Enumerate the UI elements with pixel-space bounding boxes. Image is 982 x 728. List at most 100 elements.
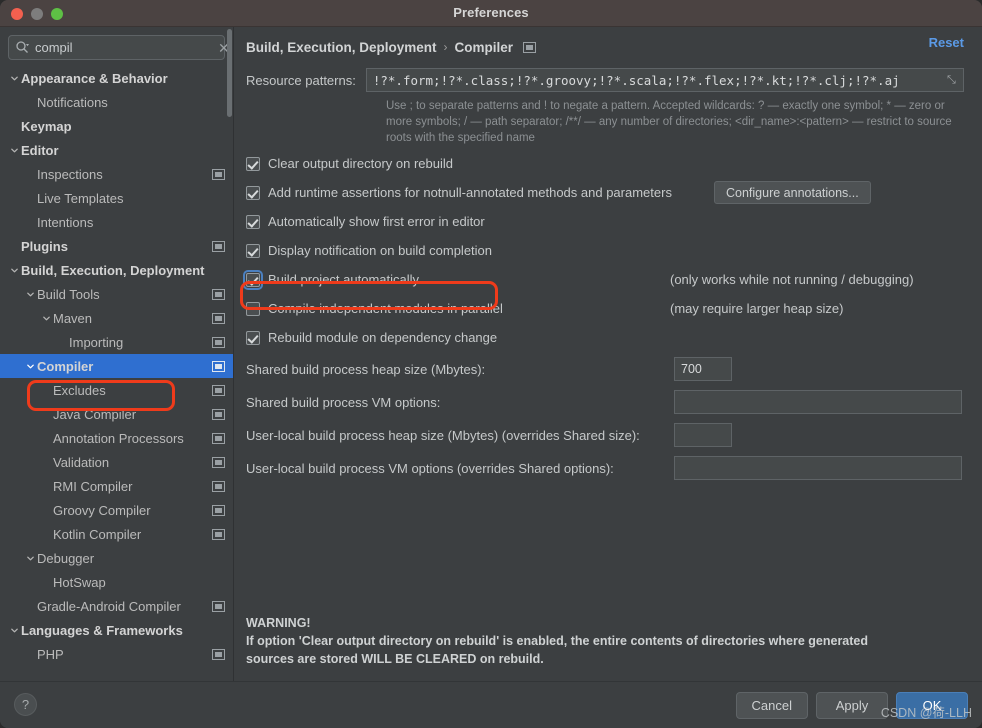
- sidebar-item-label: Notifications: [37, 94, 108, 110]
- sidebar-item-label: Annotation Processors: [53, 430, 184, 446]
- checkbox-label[interactable]: Automatically show first error in editor: [268, 214, 485, 229]
- sidebar-item-label: RMI Compiler: [53, 478, 133, 494]
- checkbox-row-clear-output-directory-on-rebuild: Clear output directory on rebuild: [246, 152, 964, 175]
- breadcrumb-parent[interactable]: Build, Execution, Deployment: [246, 40, 437, 55]
- breadcrumb: Build, Execution, Deployment › Compiler …: [246, 27, 964, 63]
- sidebar-item-php[interactable]: PHP: [0, 642, 233, 666]
- checkbox-label[interactable]: Build project automatically: [268, 272, 419, 287]
- input-user-local-build-process-heap-size-mbytes-overri[interactable]: [674, 423, 732, 447]
- module-scope-icon[interactable]: [212, 288, 225, 300]
- search-input[interactable]: [35, 40, 211, 55]
- sidebar-item-appearance-behavior[interactable]: Appearance & Behavior: [0, 66, 233, 90]
- dialog-body: ✕ Appearance & Behavior Notifications Keym…: [0, 27, 982, 681]
- checkbox-label[interactable]: Compile independent modules in parallel: [268, 301, 503, 316]
- chevron-down-icon[interactable]: [8, 146, 21, 155]
- checkbox-label[interactable]: Display notification on build completion: [268, 243, 492, 258]
- sidebar-item-validation[interactable]: Validation: [0, 450, 233, 474]
- module-scope-icon[interactable]: [523, 41, 537, 53]
- module-scope-icon[interactable]: [212, 648, 225, 660]
- sidebar-item-hotswap[interactable]: HotSwap: [0, 570, 233, 594]
- sidebar-item-label: Build, Execution, Deployment: [21, 262, 205, 278]
- module-scope-icon[interactable]: [212, 456, 225, 468]
- warning-line-1: If option 'Clear output directory on reb…: [246, 634, 869, 648]
- sidebar-item-inspections[interactable]: Inspections: [0, 162, 233, 186]
- module-scope-icon[interactable]: [212, 360, 225, 372]
- chevron-down-icon[interactable]: [24, 290, 37, 299]
- checkbox-label[interactable]: Rebuild module on dependency change: [268, 330, 497, 345]
- sidebar-item-keymap[interactable]: Keymap: [0, 114, 233, 138]
- module-scope-icon[interactable]: [212, 384, 225, 396]
- sidebar-item-label: Editor: [21, 142, 59, 158]
- chevron-down-icon[interactable]: [8, 74, 21, 83]
- help-icon[interactable]: ?: [14, 693, 37, 716]
- checkbox-add-runtime-assertions-for-notnull-annotated-met[interactable]: [246, 185, 260, 200]
- checkbox-compile-independent-modules-in-parallel[interactable]: [246, 301, 260, 316]
- module-scope-icon[interactable]: [212, 504, 225, 516]
- field-row-user-local-build-process-vm-options-overrides-sh: User-local build process VM options (ove…: [246, 455, 964, 481]
- sidebar-item-excludes[interactable]: Excludes: [0, 378, 233, 402]
- sidebar-item-rmi-compiler[interactable]: RMI Compiler: [0, 474, 233, 498]
- module-scope-icon[interactable]: [212, 240, 225, 252]
- expand-icon[interactable]: ⤡: [947, 74, 959, 87]
- ok-button[interactable]: OK: [896, 691, 968, 719]
- chevron-down-icon[interactable]: [8, 266, 21, 275]
- warning-title: WARNING!: [246, 616, 311, 630]
- sidebar-item-compiler[interactable]: Compiler: [0, 354, 233, 378]
- checkbox-automatically-show-first-error-in-editor[interactable]: [246, 214, 260, 229]
- sidebar-item-plugins[interactable]: Plugins: [0, 234, 233, 258]
- sidebar-item-kotlin-compiler[interactable]: Kotlin Compiler: [0, 522, 233, 546]
- sidebar-item-live-templates[interactable]: Live Templates: [0, 186, 233, 210]
- module-scope-icon[interactable]: [212, 528, 225, 540]
- sidebar-item-groovy-compiler[interactable]: Groovy Compiler: [0, 498, 233, 522]
- sidebar-item-notifications[interactable]: Notifications: [0, 90, 233, 114]
- search-icon: [15, 40, 30, 55]
- field-row-user-local-build-process-heap-size-mbytes-overri: User-local build process heap size (Mbyt…: [246, 422, 964, 448]
- sidebar-scrollbar[interactable]: [227, 29, 232, 117]
- module-scope-icon[interactable]: [212, 432, 225, 444]
- reset-link[interactable]: Reset: [929, 35, 964, 50]
- chevron-down-icon[interactable]: [24, 554, 37, 563]
- checkbox-display-notification-on-build-completion[interactable]: [246, 243, 260, 258]
- sidebar-item-build-execution-deployment[interactable]: Build, Execution, Deployment: [0, 258, 233, 282]
- sidebar-item-annotation-processors[interactable]: Annotation Processors: [0, 426, 233, 450]
- search-box[interactable]: ✕: [8, 35, 230, 60]
- sidebar-item-intentions[interactable]: Intentions: [0, 210, 233, 234]
- module-scope-icon[interactable]: [212, 408, 225, 420]
- sidebar-item-label: HotSwap: [53, 574, 106, 590]
- checkbox-label[interactable]: Add runtime assertions for notnull-annot…: [268, 185, 672, 200]
- sidebar-item-debugger[interactable]: Debugger: [0, 546, 233, 570]
- chevron-down-icon[interactable]: [8, 626, 21, 635]
- checkbox-rebuild-module-on-dependency-change[interactable]: [246, 330, 260, 345]
- checkbox-label[interactable]: Clear output directory on rebuild: [268, 156, 453, 171]
- module-scope-icon[interactable]: [212, 336, 225, 348]
- apply-button[interactable]: Apply: [816, 691, 888, 719]
- sidebar-item-editor[interactable]: Editor: [0, 138, 233, 162]
- breadcrumb-separator: ›: [443, 40, 448, 54]
- module-scope-icon[interactable]: [212, 600, 225, 612]
- chevron-down-icon[interactable]: [24, 362, 37, 371]
- checkbox-note: (may require larger heap size): [670, 301, 844, 316]
- input-shared-build-process-heap-size-mbytes[interactable]: [674, 357, 732, 381]
- resource-patterns-row: Resource patterns: !?*.form;!?*.class;!?…: [246, 68, 964, 92]
- title-bar: Preferences: [0, 0, 982, 27]
- module-scope-icon[interactable]: [212, 168, 225, 180]
- checkbox-clear-output-directory-on-rebuild[interactable]: [246, 156, 260, 171]
- chevron-down-icon[interactable]: [40, 314, 53, 323]
- warning-line-2: sources are stored WILL BE CLEARED on re…: [246, 652, 544, 666]
- sidebar-item-maven[interactable]: Maven: [0, 306, 233, 330]
- configure-annotations-button[interactable]: Configure annotations...: [714, 181, 871, 204]
- cancel-button[interactable]: Cancel: [735, 691, 808, 719]
- sidebar-item-build-tools[interactable]: Build Tools: [0, 282, 233, 306]
- input-shared-build-process-vm-options[interactable]: [674, 390, 962, 414]
- sidebar-item-java-compiler[interactable]: Java Compiler: [0, 402, 233, 426]
- sidebar-item-label: Inspections: [37, 166, 103, 182]
- sidebar-item-gradle-android-compiler[interactable]: Gradle-Android Compiler: [0, 594, 233, 618]
- checkbox-build-project-automatically[interactable]: [243, 269, 263, 290]
- sidebar-item-languages-frameworks[interactable]: Languages & Frameworks: [0, 618, 233, 642]
- input-user-local-build-process-vm-options-overrides-sh[interactable]: [674, 456, 962, 480]
- sidebar-item-importing[interactable]: Importing: [0, 330, 233, 354]
- module-scope-icon[interactable]: [212, 480, 225, 492]
- resource-patterns-field[interactable]: !?*.form;!?*.class;!?*.groovy;!?*.scala;…: [365, 68, 964, 92]
- sidebar-item-label: Build Tools: [37, 286, 100, 302]
- module-scope-icon[interactable]: [212, 312, 225, 324]
